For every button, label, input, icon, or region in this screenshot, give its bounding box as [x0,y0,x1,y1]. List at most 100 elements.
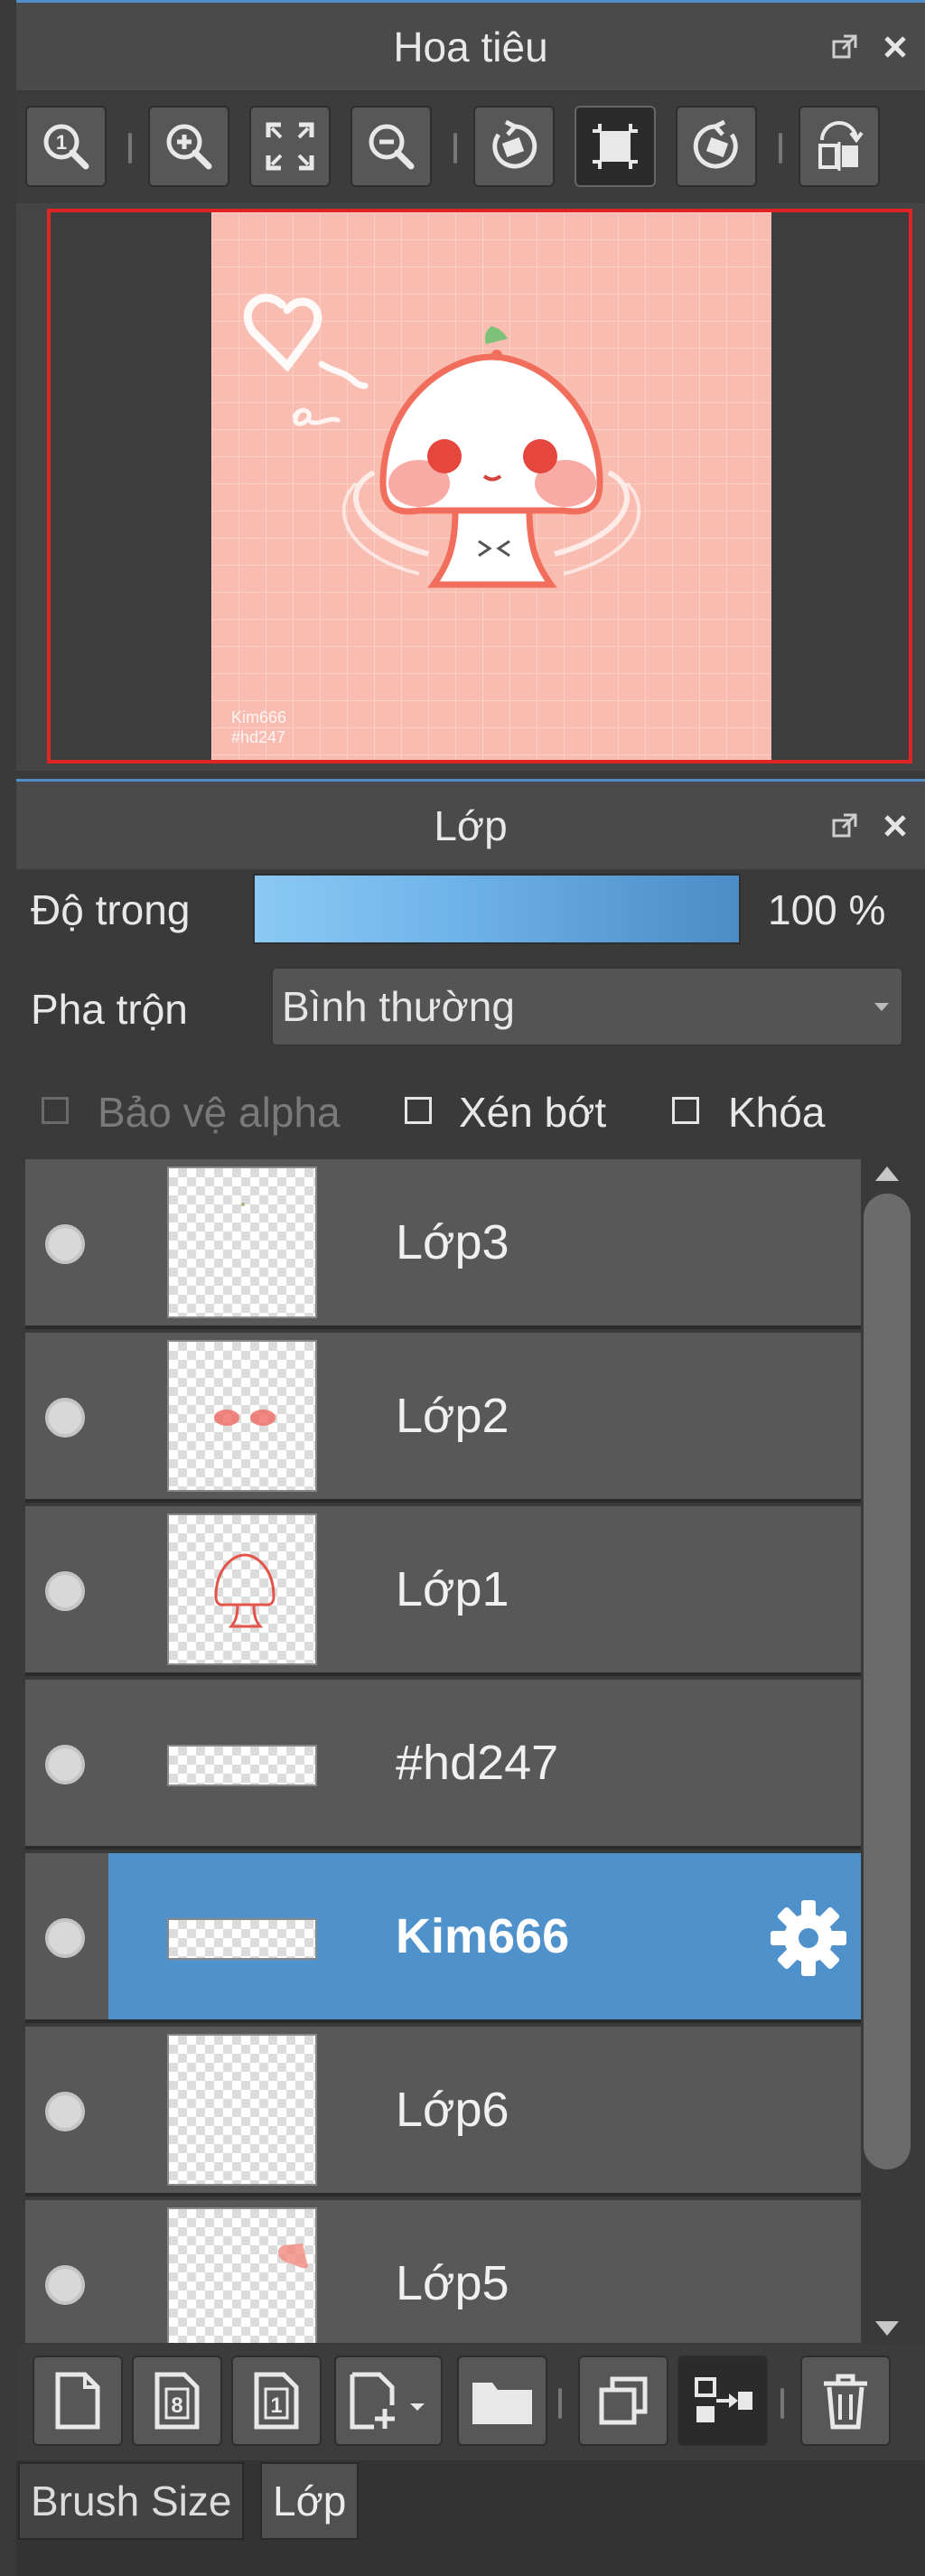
lock-label: Khóa [728,1089,826,1136]
layer-name: Lớp2 [396,1389,509,1443]
canvas-artwork [211,212,771,760]
zoom-100-button[interactable]: 1 [25,106,107,187]
visibility-toggle[interactable] [45,1571,85,1611]
new-8bit-layer-button[interactable]: 8 [132,2356,222,2446]
layer-thumbnail [167,1745,317,1786]
merge-down-icon [695,2377,752,2422]
svg-text:1: 1 [56,131,67,154]
visibility-toggle[interactable] [45,1745,85,1784]
rotate-left-button[interactable] [473,106,555,187]
svg-text:1: 1 [270,2393,282,2418]
navigator-title: Hoa tiêu [393,23,548,70]
zoom-out-button[interactable] [350,106,432,187]
layer-toolbar: 8 1 [16,2345,925,2460]
preview-watermark-1: Kim666 [231,708,287,726]
scroll-down-arrow-icon[interactable] [875,2321,899,2336]
gear-icon[interactable] [765,1895,852,1981]
clipping-checkbox[interactable] [405,1097,432,1124]
zoom-in-button[interactable] [148,106,229,187]
add-layer-menu-icon [350,2372,425,2430]
layer-thumbnail [167,1166,317,1318]
navigator-preview-area: Kim666 #hd247 [16,203,925,771]
new-folder-button[interactable] [457,2356,547,2446]
rotate-right-button[interactable] [676,106,757,187]
delete-layer-button[interactable] [800,2356,891,2446]
visibility-toggle[interactable] [45,2265,85,2305]
new-1bit-layer-button[interactable]: 1 [231,2356,322,2446]
visibility-toggle[interactable] [45,2092,85,2131]
layer-name: Lớp3 [396,1215,509,1269]
zoom-in-icon [166,124,212,170]
fit-window-button[interactable] [249,106,331,187]
layer-list-scrollbar[interactable] [864,1159,911,2343]
panel-tabs: Brush Size Lớp [16,2460,925,2576]
navigator-header: Hoa tiêu [16,0,925,90]
layer-row-selected[interactable]: Kim666 [25,1853,861,2023]
undock-icon[interactable] [829,810,860,841]
protect-alpha-label: Bảo vệ alpha [98,1089,341,1136]
blend-mode-label: Pha trộn [31,986,188,1033]
visibility-toggle[interactable] [45,1398,85,1438]
new-layer-button[interactable] [33,2356,123,2446]
layer-row[interactable]: #hd247 [25,1680,861,1850]
add-layer-menu-button[interactable] [334,2356,443,2446]
duplicate-layer-icon [599,2376,648,2425]
layer-panel-title: Lớp [434,801,508,849]
new-1bit-layer-icon: 1 [254,2372,299,2430]
merge-down-button[interactable] [677,2356,768,2446]
layer-row[interactable]: Lớp2 [25,1333,861,1503]
flip-button[interactable] [799,106,880,187]
preview-watermark-2: #hd247 [231,728,286,746]
layer-row[interactable]: Lớp6 [25,2027,861,2197]
new-layer-icon [55,2372,100,2430]
visibility-toggle[interactable] [45,1224,85,1264]
rotate-left-icon [492,119,537,169]
opacity-label: Độ trong [31,886,191,933]
blend-mode-select[interactable]: Bình thường [271,967,903,1046]
scroll-up-arrow-icon[interactable] [875,1166,899,1181]
reset-view-button[interactable] [575,106,656,187]
undock-icon[interactable] [829,32,860,62]
zoom-out-icon [369,124,415,170]
opacity-slider[interactable] [253,874,741,944]
layer-name: Lớp5 [396,2256,509,2310]
clipping-label: Xén bớt [459,1089,607,1136]
layer-row[interactable]: Lớp3 [25,1159,861,1329]
layer-name: Kim666 [396,1909,570,1963]
flip-horizontal-icon [818,121,864,171]
tab-brush-size[interactable]: Brush Size [18,2462,245,2540]
blend-mode-value: Bình thường [282,983,515,1030]
close-icon[interactable] [880,32,911,62]
layer-name: #hd247 [396,1736,559,1790]
layer-list: Lớp3 Lớp2 Lớp1 #hd247 Kim666 Lớp6 Lớp5 [25,1159,861,2343]
layer-thumbnail [167,1513,317,1665]
close-icon[interactable] [880,810,911,841]
rotate-right-icon [693,119,738,169]
duplicate-layer-button[interactable] [578,2356,668,2446]
chevron-down-icon [874,1003,889,1011]
canvas-preview: Kim666 #hd247 [211,212,771,760]
reset-rotation-icon [593,124,638,169]
layer-thumbnail [167,2034,317,2186]
opacity-value: 100 % [768,886,886,933]
navigator-viewport-frame[interactable]: Kim666 #hd247 [47,209,912,763]
layer-name: Lớp1 [396,1562,509,1616]
layer-panel-header: Lớp [16,779,925,869]
scrollbar-thumb[interactable] [864,1194,911,2169]
tab-layer[interactable]: Lớp [260,2462,360,2540]
navigator-toolbar: 1 [16,93,925,203]
layer-thumbnail [167,1918,317,1960]
lock-checkbox[interactable] [672,1097,699,1124]
new-8bit-layer-icon: 8 [154,2372,200,2430]
layer-row[interactable]: Lớp5 [25,2200,861,2343]
trash-icon [824,2374,867,2430]
folder-icon [472,2383,532,2424]
visibility-toggle[interactable] [45,1918,85,1958]
layer-row[interactable]: Lớp1 [25,1506,861,1676]
layer-thumbnail [167,2207,317,2343]
layer-thumbnail [167,1340,317,1492]
svg-text:8: 8 [171,2393,182,2418]
layer-name: Lớp6 [396,2083,509,2137]
protect-alpha-checkbox[interactable] [42,1097,69,1124]
zoom-actual-icon: 1 [43,124,89,170]
